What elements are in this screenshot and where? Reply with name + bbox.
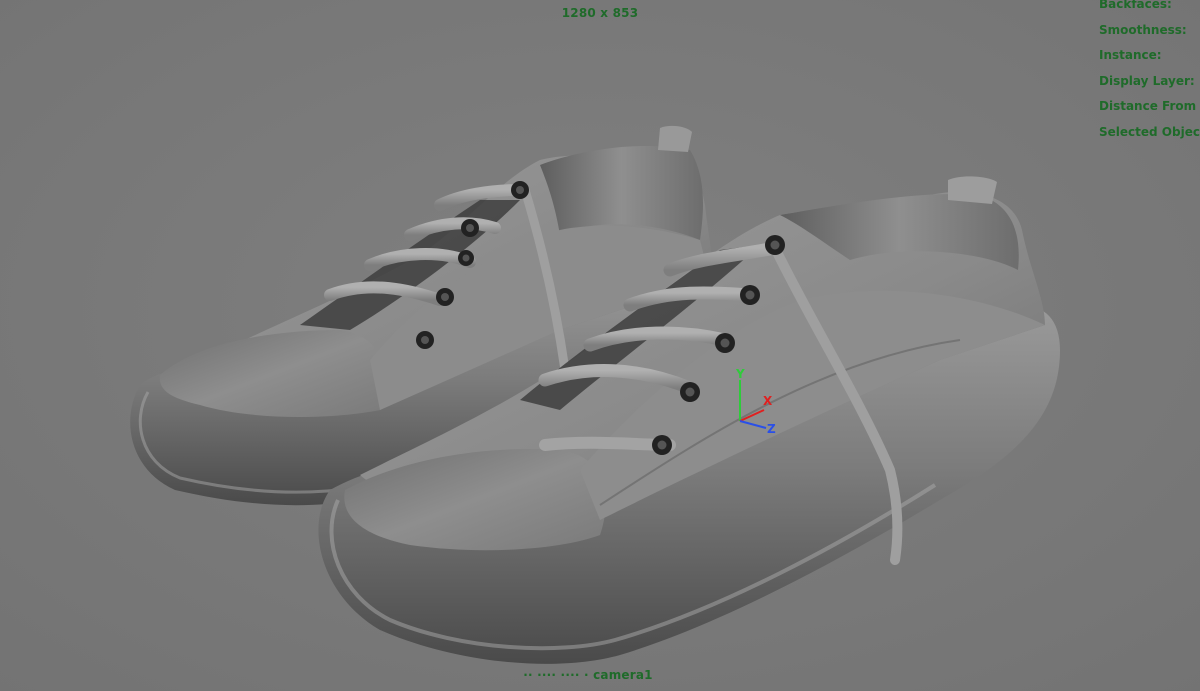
maya-viewport[interactable]: Y X Z 1280 x 853 Backfaces: Smoothness: … [0,0,1200,691]
x-axis-label: X [763,394,773,408]
hud-instance: Instance: [1099,48,1162,63]
y-axis-label: Y [735,367,745,381]
hud-distance-from-camera: Distance From C [1099,99,1200,114]
hud-backfaces: Backfaces: [1099,0,1172,11]
resolution-gate-label: 1280 x 853 [561,6,639,20]
hud-display-layer: Display Layer: [1099,73,1195,88]
hud-selected-objects: Selected Objects [1099,124,1200,139]
heads-up-display: Backfaces: Smoothness: Instance: Display… [1099,0,1200,150]
hud-smoothness: Smoothness: [1099,22,1187,37]
viewport-scene[interactable]: Y X Z [0,0,1200,691]
z-axis-label: Z [767,422,776,436]
camera-name-label: ·· ···· ···· · camera1 [523,668,653,682]
